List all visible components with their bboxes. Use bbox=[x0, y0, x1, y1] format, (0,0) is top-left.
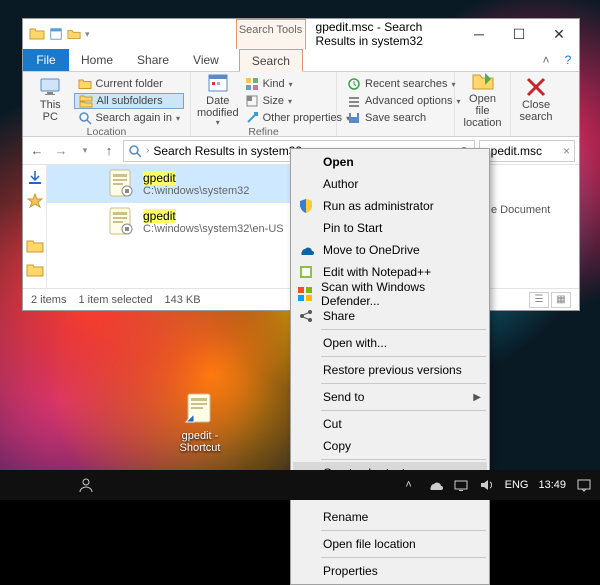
ribbon-tabs: File Home Share View Search ˄ ? bbox=[23, 49, 579, 72]
save-search-button[interactable]: Save search bbox=[343, 110, 464, 126]
downloads-icon[interactable] bbox=[26, 169, 44, 187]
tray-people-icon[interactable] bbox=[78, 477, 94, 493]
qat-newfolder-icon[interactable] bbox=[67, 27, 81, 41]
search-tab[interactable]: Search bbox=[239, 49, 303, 72]
view-thumbnails-button[interactable]: ▦ bbox=[551, 292, 571, 308]
close-window-button[interactable]: ✕ bbox=[539, 19, 579, 49]
maximize-button[interactable]: ☐ bbox=[499, 19, 539, 49]
ctx-onedrive[interactable]: Move to OneDrive bbox=[293, 239, 487, 261]
home-tab[interactable]: Home bbox=[69, 49, 125, 71]
tray-clock[interactable]: 13:49 bbox=[538, 480, 566, 491]
ctx-copy[interactable]: Copy bbox=[293, 435, 487, 457]
ctx-send-to[interactable]: Send to▶ bbox=[293, 386, 487, 408]
minimize-button[interactable]: ─ bbox=[459, 19, 499, 49]
search-tools-contextual-tab: Search Tools bbox=[236, 19, 306, 49]
desktop-shortcut-gpedit[interactable]: gpedit - Shortcut bbox=[170, 392, 230, 454]
search-again-button[interactable]: Search again in ▾ bbox=[74, 110, 184, 126]
search-input[interactable]: gpedit.msc × bbox=[479, 140, 575, 162]
app-icon bbox=[29, 26, 45, 42]
breadcrumb-text[interactable]: Search Results in system32 bbox=[153, 144, 302, 158]
tray-network-icon[interactable] bbox=[453, 477, 469, 493]
status-item-count: 2 items bbox=[31, 294, 66, 306]
taskbar[interactable]: ˄ ENG 13:49 bbox=[0, 470, 600, 500]
tray-volume-icon[interactable] bbox=[479, 477, 495, 493]
ctx-cut[interactable]: Cut bbox=[293, 413, 487, 435]
msc-file-icon bbox=[107, 169, 135, 199]
qat-properties-icon[interactable] bbox=[49, 27, 63, 41]
ctx-run-admin[interactable]: Run as administrator bbox=[293, 195, 487, 217]
search-results-icon bbox=[128, 144, 142, 158]
view-details-button[interactable]: ☰ bbox=[529, 292, 549, 308]
ctx-pin-start[interactable]: Pin to Start bbox=[293, 217, 487, 239]
open-file-location-button[interactable]: Open file location bbox=[461, 74, 504, 124]
status-selected: 1 item selected bbox=[78, 294, 152, 306]
nav-pane-collapsed bbox=[23, 165, 47, 288]
folder-nav-icon[interactable] bbox=[26, 237, 44, 255]
advanced-options-button[interactable]: Advanced options▾ bbox=[343, 93, 464, 109]
context-menu: Open Author Run as administrator Pin to … bbox=[290, 148, 490, 585]
nav-recent-button[interactable]: ▾ bbox=[75, 141, 95, 161]
nav-up-button[interactable]: ↑ bbox=[99, 141, 119, 161]
ctx-open-with[interactable]: Open with... bbox=[293, 332, 487, 354]
qat-dropdown-icon[interactable]: ▾ bbox=[85, 29, 90, 40]
ctx-open-location[interactable]: Open file location bbox=[293, 533, 487, 555]
all-subfolders-button[interactable]: All subfolders bbox=[74, 93, 184, 109]
view-tab[interactable]: View bbox=[181, 49, 231, 71]
status-size: 143 KB bbox=[164, 294, 200, 306]
window-title: gpedit.msc - Search Results in system32 bbox=[306, 19, 459, 49]
folder-nav-icon-2[interactable] bbox=[26, 261, 44, 279]
tray-up-icon[interactable]: ˄ bbox=[401, 477, 417, 493]
tray-notifications-icon[interactable] bbox=[576, 477, 592, 493]
clear-search-button[interactable]: × bbox=[563, 144, 570, 158]
help-button[interactable]: ? bbox=[557, 49, 579, 71]
ctx-restore[interactable]: Restore previous versions bbox=[293, 359, 487, 381]
nav-back-button[interactable]: ← bbox=[27, 141, 47, 161]
msc-file-icon bbox=[107, 207, 135, 237]
ctx-rename[interactable]: Rename bbox=[293, 506, 487, 528]
ribbon: This PC Current folder All subfolders Se… bbox=[23, 72, 579, 137]
share-tab[interactable]: Share bbox=[125, 49, 181, 71]
search-input-value: gpedit.msc bbox=[484, 144, 542, 158]
ctx-defender[interactable]: Scan with Windows Defender... bbox=[293, 283, 487, 305]
tray-language[interactable]: ENG bbox=[505, 479, 529, 491]
file-details-pane: e Document bbox=[487, 165, 579, 288]
quick-access-icon[interactable] bbox=[26, 193, 44, 211]
submenu-arrow-icon: ▶ bbox=[473, 392, 481, 403]
ctx-author[interactable]: Author bbox=[293, 173, 487, 195]
file-tab[interactable]: File bbox=[23, 49, 69, 71]
recent-searches-button[interactable]: Recent searches▾ bbox=[343, 76, 464, 92]
ctx-open[interactable]: Open bbox=[293, 151, 487, 173]
date-modified-button[interactable]: Date modified ▾ bbox=[197, 74, 239, 124]
ribbon-collapse-button[interactable]: ˄ bbox=[535, 49, 557, 71]
titlebar: ▾ Search Tools gpedit.msc - Search Resul… bbox=[23, 19, 579, 49]
desktop-shortcut-label: gpedit - Shortcut bbox=[170, 430, 230, 454]
nav-forward-button[interactable]: → bbox=[51, 141, 71, 161]
ctx-share[interactable]: Share bbox=[293, 305, 487, 327]
current-folder-button[interactable]: Current folder bbox=[74, 76, 184, 92]
close-search-button[interactable]: Close search bbox=[517, 74, 555, 124]
this-pc-button[interactable]: This PC bbox=[29, 74, 72, 124]
tray-onedrive-icon[interactable] bbox=[427, 477, 443, 493]
ctx-properties[interactable]: Properties bbox=[293, 560, 487, 582]
